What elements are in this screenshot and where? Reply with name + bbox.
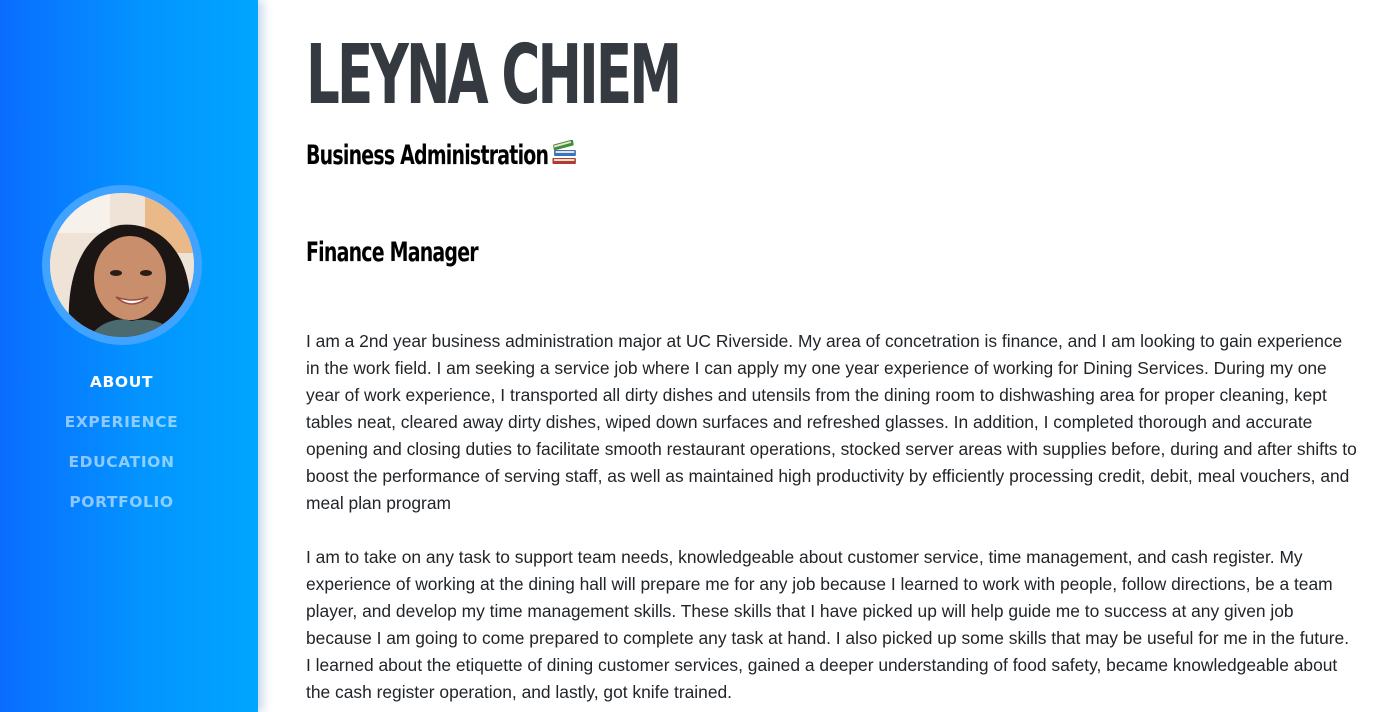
avatar: [50, 193, 194, 337]
sidebar-nav: ABOUT EXPERIENCE EDUCATION PORTFOLIO: [0, 370, 243, 530]
about-paragraph-2: I am to take on any task to support team…: [306, 547, 1350, 702]
sidebar: ABOUT EXPERIENCE EDUCATION PORTFOLIO: [0, 0, 258, 712]
subtitle: Business Administration: [306, 140, 578, 171]
subtitle-text: Business Administration: [306, 140, 549, 171]
role-title: Finance Manager: [306, 237, 479, 268]
profile-photo: [50, 193, 194, 337]
page-title: LEYNA CHIEM: [306, 28, 682, 123]
nav-item-experience[interactable]: EXPERIENCE: [0, 410, 243, 450]
nav-item-education[interactable]: EDUCATION: [0, 450, 243, 490]
avatar-ring: [42, 185, 202, 345]
nav-item-about[interactable]: ABOUT: [0, 370, 243, 410]
main-content: LEYNA CHIEM Business Administration Fina…: [306, 0, 1361, 712]
about-paragraph-1: I am a 2nd year business administration …: [306, 331, 1357, 513]
books-icon: [552, 140, 576, 164]
nav-item-portfolio[interactable]: PORTFOLIO: [0, 490, 243, 530]
